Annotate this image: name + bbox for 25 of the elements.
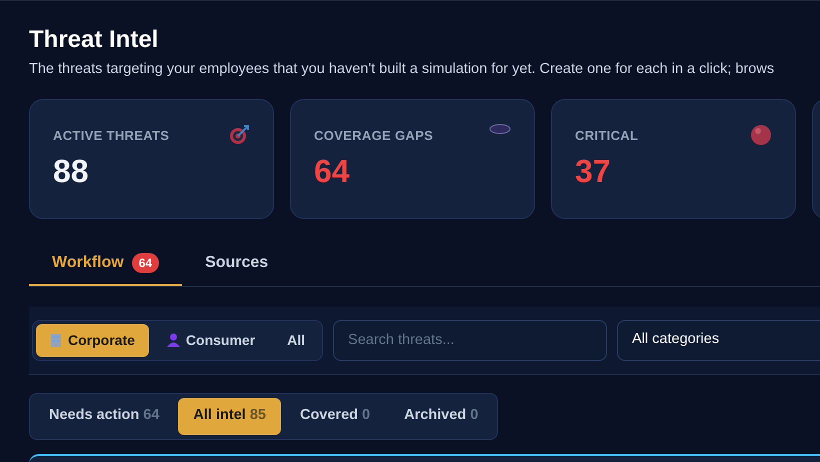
ball-icon (750, 124, 772, 146)
category-select[interactable]: All categories (617, 320, 820, 361)
page-title: Threat Intel (29, 25, 160, 55)
search-field[interactable]: Search threats... (333, 320, 608, 361)
count-badge: 64 (132, 253, 160, 274)
status-filter[interactable]: All intel 85 (178, 398, 281, 435)
disc-icon (489, 124, 511, 134)
stat-value: 88 (53, 152, 90, 192)
stat-label: COVERAGE GAPS (314, 126, 434, 145)
status-filter[interactable]: Archived 0 (389, 398, 494, 435)
audience-option[interactable]: All (273, 324, 320, 357)
audience-option[interactable]: Corporate (36, 324, 149, 357)
status-filter[interactable]: Covered 0 (284, 398, 386, 435)
tab[interactable]: Workflow 64 (29, 242, 182, 286)
target-icon (228, 124, 250, 146)
stat-label: CRITICAL (575, 126, 638, 145)
stat-value: 37 (575, 152, 612, 192)
audience-option[interactable]: Consumer (152, 324, 270, 357)
tab[interactable]: Sources (182, 242, 292, 286)
stat-label: ACTIVE THREATS (53, 126, 170, 145)
person-icon (166, 333, 180, 348)
page-description: The threats targeting your employees that you haven't built a simulation for yet. Create one for each in a click; brows (29, 60, 776, 79)
stat-value: 64 (314, 152, 351, 192)
status-filter[interactable]: Needs action 64 (34, 398, 174, 435)
building-icon (50, 333, 62, 348)
